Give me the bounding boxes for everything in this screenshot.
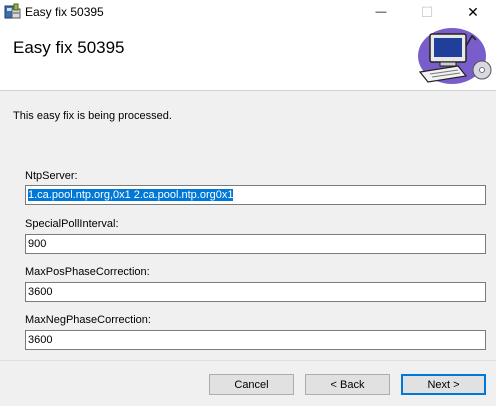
maximize-button[interactable]: ☐	[404, 0, 450, 24]
max-pos-phase-correction-value: 3600	[28, 286, 53, 298]
close-button[interactable]: ✕	[450, 0, 496, 24]
special-poll-interval-label: SpecialPollInterval:	[25, 218, 119, 230]
ntpserver-field[interactable]: 1.ca.pool.ntp.org,0x1 2.ca.pool.ntp.org0…	[25, 185, 486, 205]
ntpserver-value: 1.ca.pool.ntp.org,0x1 2.ca.pool.ntp.org0…	[28, 189, 234, 201]
page-title: Easy fix 50395	[13, 38, 125, 57]
next-button[interactable]: Next >	[401, 374, 486, 395]
max-pos-phase-correction-field[interactable]: 3600	[25, 282, 486, 302]
special-poll-interval-value: 900	[28, 238, 47, 250]
cancel-button[interactable]: Cancel	[209, 374, 294, 395]
max-neg-phase-correction-field[interactable]: 3600	[25, 330, 486, 350]
max-pos-phase-correction-label: MaxPosPhaseCorrection:	[25, 266, 150, 278]
status-message: This easy fix is being processed.	[13, 110, 172, 122]
max-neg-phase-correction-value: 3600	[28, 334, 53, 346]
close-icon: ✕	[467, 3, 479, 20]
wizard-footer: Cancel < Back Next >	[0, 361, 496, 406]
minimize-button[interactable]: —	[358, 0, 404, 24]
title-bar: Easy fix 50395 — ☐ ✕	[0, 0, 496, 24]
minimize-icon: —	[375, 6, 387, 18]
special-poll-interval-field[interactable]: 900	[25, 234, 486, 254]
max-neg-phase-correction-label: MaxNegPhaseCorrection:	[25, 314, 151, 326]
wizard-header: Easy fix 50395	[0, 24, 496, 90]
computer-setup-icon	[410, 26, 496, 88]
installer-app-icon	[4, 3, 22, 21]
back-button[interactable]: < Back	[305, 374, 390, 395]
maximize-icon: ☐	[420, 3, 434, 20]
content-panel: This easy fix is being processed. NtpSer…	[0, 91, 496, 360]
ntpserver-label: NtpServer:	[25, 170, 78, 182]
window-title: Easy fix 50395	[25, 5, 104, 19]
